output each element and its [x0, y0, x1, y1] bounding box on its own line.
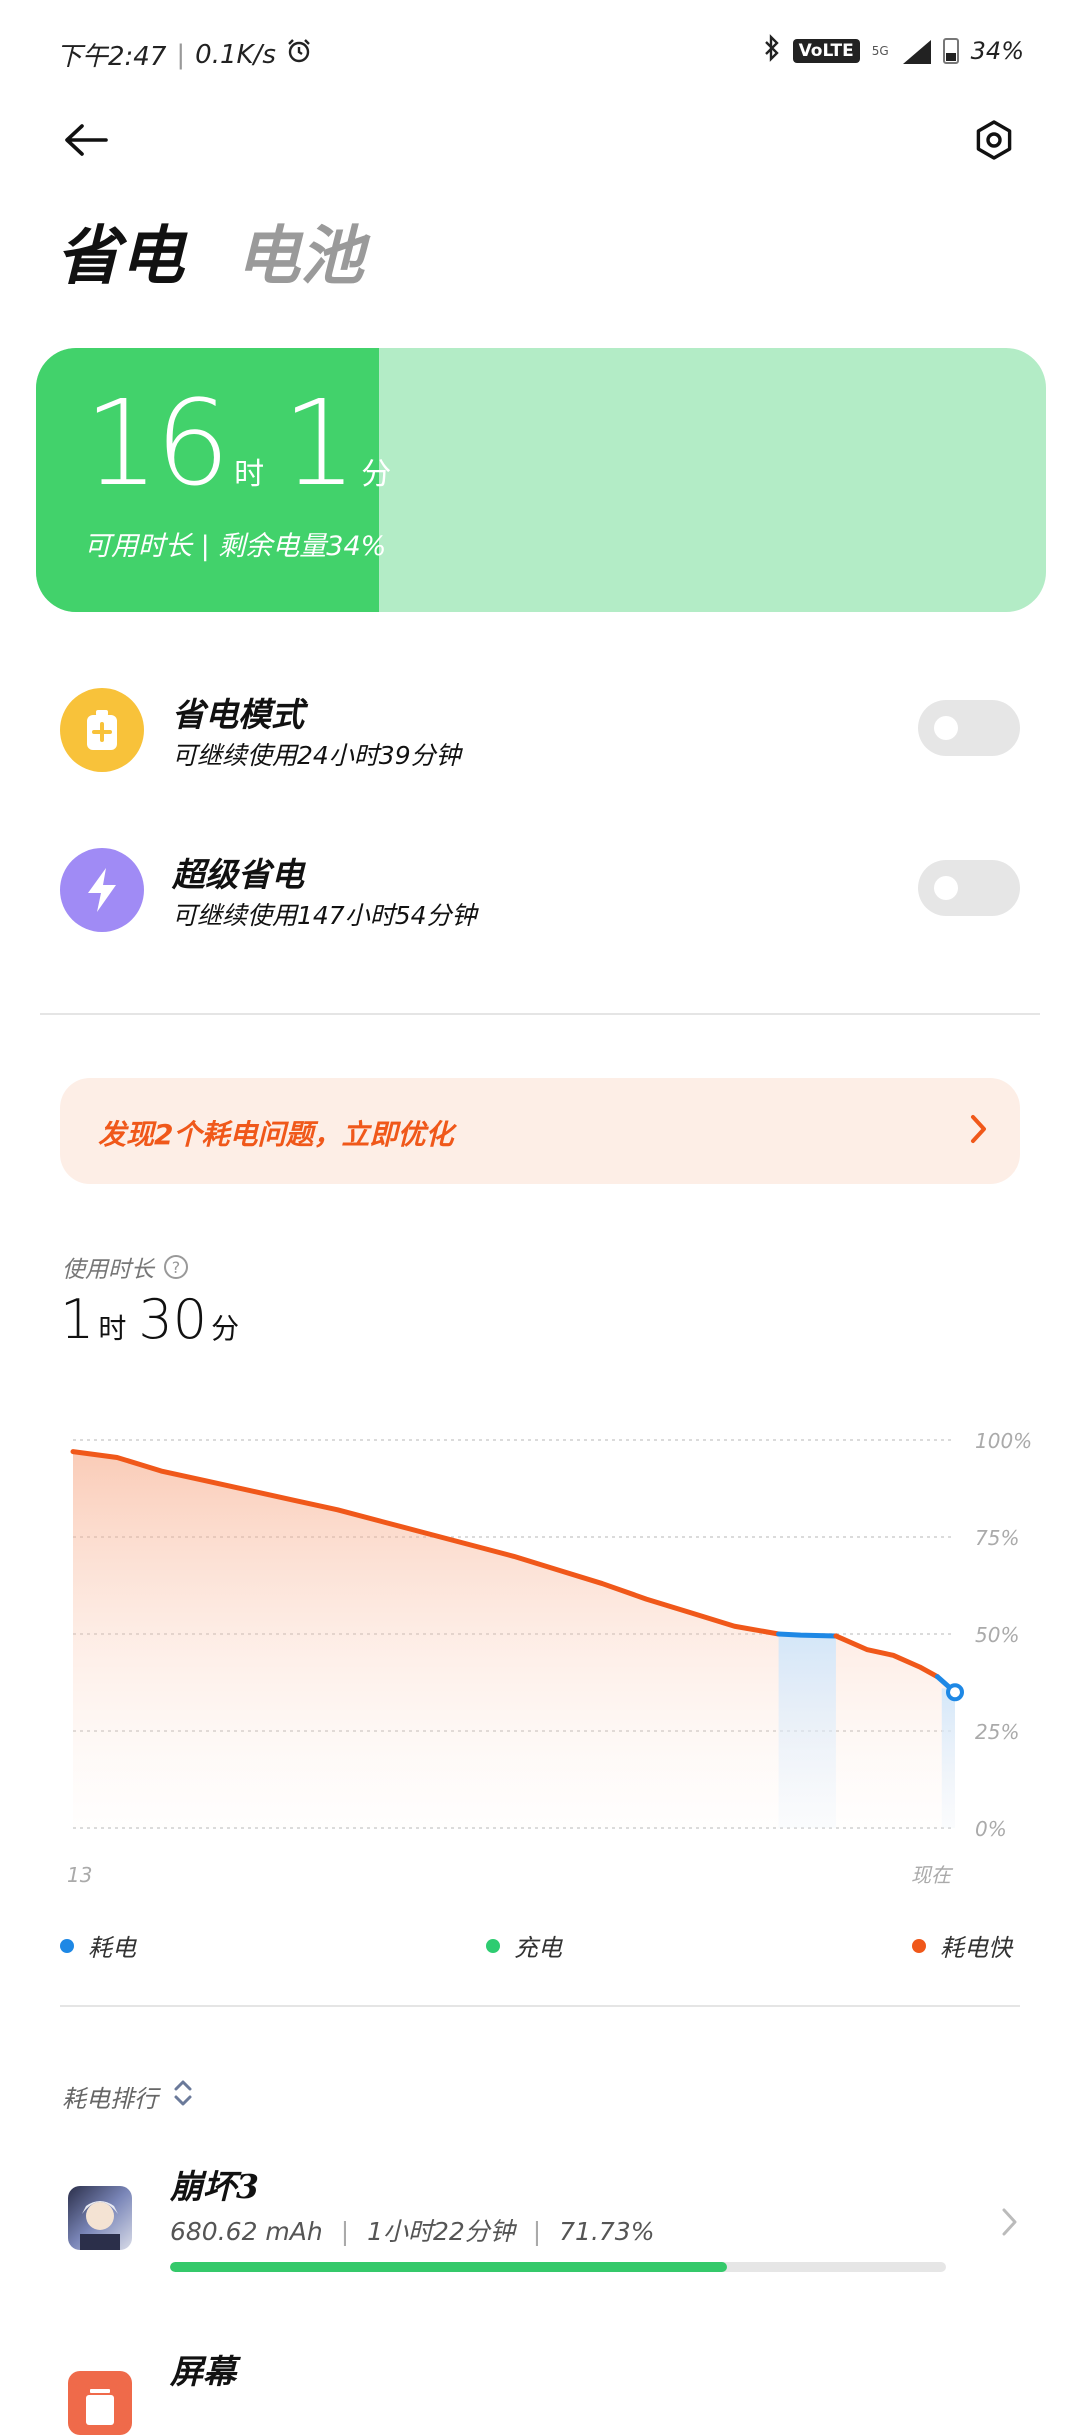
sort-toggle-icon	[172, 2078, 194, 2114]
usage-hours: 1	[60, 1288, 95, 1351]
minutes-unit: 分	[361, 457, 392, 492]
status-bar-left: 下午2:47 | 0.1K/s	[56, 36, 312, 73]
app-usage-bar	[170, 2262, 946, 2272]
y-tick-label: 25%	[975, 1720, 1019, 1744]
legend-drain-dot	[60, 1938, 74, 1953]
usage-duration-value: 1 时 30 分	[60, 1288, 251, 1351]
ranking-row-screen[interactable]: 屏幕	[60, 2345, 1020, 2435]
toggle-knob	[934, 876, 958, 900]
usage-minutes-unit: 分	[211, 1312, 240, 1345]
gear-icon	[973, 119, 1015, 165]
legend-fast-drain-dot	[912, 1938, 926, 1953]
legend-drain-label: 耗电	[88, 1934, 136, 1962]
battery-level-chart: 100% 75% 50% 25% 0% 13 现在	[67, 1429, 1032, 1887]
status-time: 下午2:47	[56, 42, 167, 72]
status-bar-right: VoLTE 5G 34%	[763, 34, 1024, 68]
battery-remaining-card: 16 时 1 分 可用时长 | 剩余电量34%	[36, 348, 1046, 612]
tab-power-saving[interactable]: 省电	[56, 205, 184, 297]
y-tick-label: 100%	[975, 1429, 1032, 1453]
battery-status-icon	[942, 38, 959, 64]
power-saving-mode-row[interactable]: 省电模式 可继续使用24小时39分钟	[60, 688, 1020, 778]
consumption-ranking-sort[interactable]: 耗电排行	[62, 2078, 194, 2114]
usage-label-text: 使用时长	[62, 1257, 154, 1283]
charging-band	[778, 1634, 836, 1828]
section-divider	[60, 2005, 1020, 2007]
remaining-hours: 16	[84, 374, 230, 512]
legend-charge-dot	[486, 1938, 500, 1953]
y-tick-label: 0%	[975, 1817, 1007, 1841]
arrow-left-icon	[62, 122, 110, 162]
ranking-row-honkai3[interactable]: 崩坏3 680.62 mAh | 1小时22分钟 | 71.73%	[60, 2160, 1020, 2280]
remaining-time: 16 时 1 分	[84, 384, 409, 502]
optimize-alert-banner[interactable]: 发现2个耗电问题，立即优化	[60, 1078, 1020, 1184]
app-mah: 680.62 mAh	[170, 2217, 323, 2246]
chevron-right-icon	[1000, 2206, 1020, 2242]
power-saving-mode-title: 省电模式	[172, 695, 304, 734]
status-net-speed: 0.1K/s	[195, 39, 276, 70]
signal-icon	[901, 38, 931, 64]
power-saving-mode-subtitle: 可继续使用24小时39分钟	[172, 741, 461, 770]
alarm-icon	[286, 38, 312, 71]
status-battery-percent: 34%	[970, 37, 1024, 65]
volte-badge: VoLTE	[792, 39, 860, 63]
ranking-label: 耗电排行	[62, 2084, 158, 2113]
help-icon[interactable]: ?	[164, 1255, 188, 1279]
lightning-icon	[60, 848, 144, 932]
app-name: 崩坏3	[170, 2167, 259, 2206]
app-name: 屏幕	[170, 2352, 236, 2391]
current-level-marker	[946, 1683, 964, 1702]
ultra-power-saving-toggle[interactable]	[918, 860, 1020, 916]
app-duration: 1小时22分钟	[367, 2217, 515, 2246]
app-usage-bar-fill	[170, 2262, 727, 2272]
battery-subtitle: 可用时长 | 剩余电量34%	[84, 531, 387, 562]
drain-line	[776, 1631, 839, 1639]
page-tabs: 省电 电池	[56, 205, 364, 297]
legend-charge: 充电	[486, 1928, 562, 1963]
legend-fast-drain: 耗电快	[912, 1928, 1012, 1963]
network-type: 5G	[871, 44, 889, 58]
legend-charge-label: 充电	[514, 1934, 562, 1962]
power-saving-mode-toggle[interactable]	[918, 700, 1020, 756]
app-icon-honkai3	[68, 2186, 132, 2250]
ultra-power-saving-row[interactable]: 超级省电 可继续使用147小时54分钟	[60, 848, 1020, 938]
battery-plus-icon	[60, 688, 144, 772]
section-divider	[40, 1013, 1040, 1015]
remaining-minutes: 1	[282, 374, 357, 512]
usage-minutes: 30	[138, 1288, 208, 1351]
tab-battery[interactable]: 电池	[236, 205, 364, 297]
back-button[interactable]	[56, 112, 116, 172]
ultra-power-saving-subtitle: 可继续使用147小时54分钟	[172, 901, 477, 930]
ultra-power-saving-title: 超级省电	[172, 855, 304, 894]
toggle-knob	[934, 716, 958, 740]
legend-fast-drain-label: 耗电快	[940, 1934, 1012, 1962]
x-tick-label: 现在	[911, 1863, 954, 1887]
app-percent: 71.73%	[559, 2217, 655, 2246]
x-tick-label: 13	[67, 1863, 92, 1887]
usage-hours-unit: 时	[98, 1312, 127, 1345]
screen-icon	[68, 2371, 132, 2435]
legend-drain: 耗电	[60, 1928, 136, 1963]
settings-button[interactable]	[964, 112, 1024, 172]
usage-duration-label: 使用时长 ?	[62, 1250, 188, 1284]
recent-band	[941, 1688, 955, 1828]
y-tick-label: 50%	[975, 1623, 1019, 1647]
hours-unit: 时	[234, 457, 265, 492]
app-usage-meta: 680.62 mAh | 1小时22分钟 | 71.73%	[170, 2217, 655, 2246]
bluetooth-icon	[763, 34, 781, 68]
y-tick-label: 75%	[975, 1526, 1019, 1550]
chevron-right-icon	[968, 1112, 990, 1150]
optimize-alert-text: 发现2个耗电问题，立即优化	[98, 1118, 454, 1151]
